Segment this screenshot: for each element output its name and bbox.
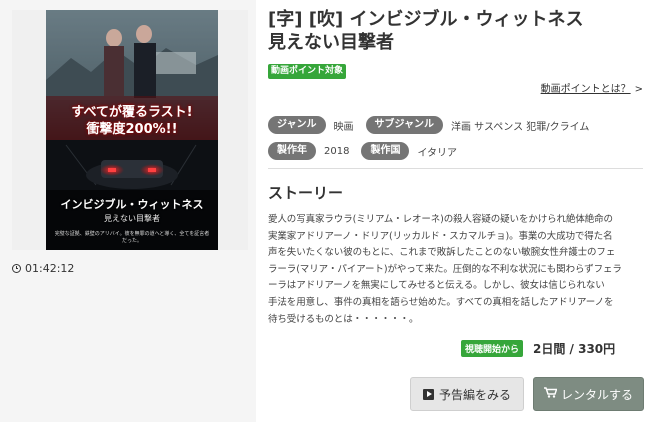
poster-caption: 完璧な証拠、鉄壁のアリバイ。彼を無罪の道へと導く、全てを証言者だった。 (54, 231, 210, 244)
story-heading: ストーリー (268, 184, 344, 202)
story-line: 待ち受けるものとは・・・・・・。 (268, 313, 419, 325)
cart-icon-shape (543, 387, 558, 398)
poster-subtitle: 見えない目撃者 (104, 214, 160, 223)
play-icon (422, 388, 434, 400)
genre-row: ジャンル 映画 サブジャンル 洋画 サスペンス 犯罪/クライム (268, 116, 601, 134)
poster-tagline-line1: すべてが覆るラスト! (71, 105, 193, 120)
duration-value: 01:42:12 (25, 262, 75, 275)
movie-title-line1: [字] [吹] インビジブル・ウィットネス (268, 9, 584, 30)
story-line: ーラはアドリアーノを無実にしてみせると伝える。しかし、彼女は信じられない (268, 280, 605, 292)
year-value: 2018 (324, 145, 350, 157)
trailer-button[interactable]: 予告編をみる (410, 377, 524, 411)
story-text: 愛人の写真家ラウラ(ミリアム・レオーネ)の殺人容疑の疑いをかけられ絶体絶命の 実… (268, 212, 646, 328)
movie-poster[interactable]: すべてが覆るラスト! 衝撃度200%!! インビジブル・ウィットネス 見えない目… (46, 10, 218, 250)
movie-title: [字] [吹] インビジブル・ウィットネス 見えない目撃者 (268, 8, 648, 54)
subgenre-label: サブジャンル (365, 116, 443, 134)
divider (268, 168, 643, 169)
duration: 01:42:12 (12, 262, 74, 275)
story-line: 声を失いたくない彼のもとに、これまで敗訴したことのない敏腕女性弁護士のフェ (268, 247, 616, 259)
genre-value[interactable]: 映画 (334, 118, 354, 133)
genre-label: ジャンル (268, 116, 326, 134)
video-point-info-link[interactable]: 動画ポイントとは？ > (541, 80, 643, 95)
poster-title: インビジブル・ウィットネス (60, 198, 204, 211)
year-label: 製作年 (268, 142, 316, 160)
video-point-info-label: 動画ポイントとは？ (540, 84, 631, 95)
price-period-badge: 視聴開始から (461, 340, 524, 357)
country-label: 製作国 (361, 142, 410, 160)
price-row: 視聴開始から 2日間 / 330円 (461, 340, 615, 357)
clock-icon (12, 264, 21, 273)
story-line: 手法を用意し、事件の真相を語らせ始めた。すべての真相を話したアドリアーノを (268, 296, 614, 308)
video-point-badge: 動画ポイント対象 (268, 64, 347, 79)
subgenre-value[interactable]: 洋画 サスペンス 犯罪/クライム (451, 118, 589, 133)
poster-tagline: すべてが覆るラスト! 衝撃度200%!! (56, 104, 208, 138)
rent-button-label: レンタルする (560, 387, 633, 402)
story-line: 実業家アドリアーノ・ドリア(リッカルド・スカマルチョ)。事業の大成功で得た名 (268, 230, 613, 242)
price-text: 2日間 / 330円 (533, 342, 616, 356)
country-value: イタリア (417, 147, 458, 159)
poster-tagline-line2: 衝撃度200%!! (86, 122, 178, 137)
left-panel: すべてが覆るラスト! 衝撃度200%!! インビジブル・ウィットネス 見えない目… (0, 0, 256, 422)
cart-icon (543, 387, 558, 401)
rent-button[interactable]: レンタルする (533, 377, 644, 411)
trailer-button-label: 予告編をみる (438, 387, 511, 402)
production-row: 製作年 2018 製作国 イタリア (268, 142, 469, 160)
chevron-right-icon: > (634, 84, 643, 95)
story-line: 愛人の写真家ラウラ(ミリアム・レオーネ)の殺人容疑の疑いをかけられ絶体絶命の (268, 214, 613, 225)
story-line: ラーラ(マリア・パイアート)がやって来た。圧倒的な不利な状況にも関わらずフェラ (268, 263, 622, 275)
movie-title-line2: 見えない目撃者 (268, 32, 394, 53)
